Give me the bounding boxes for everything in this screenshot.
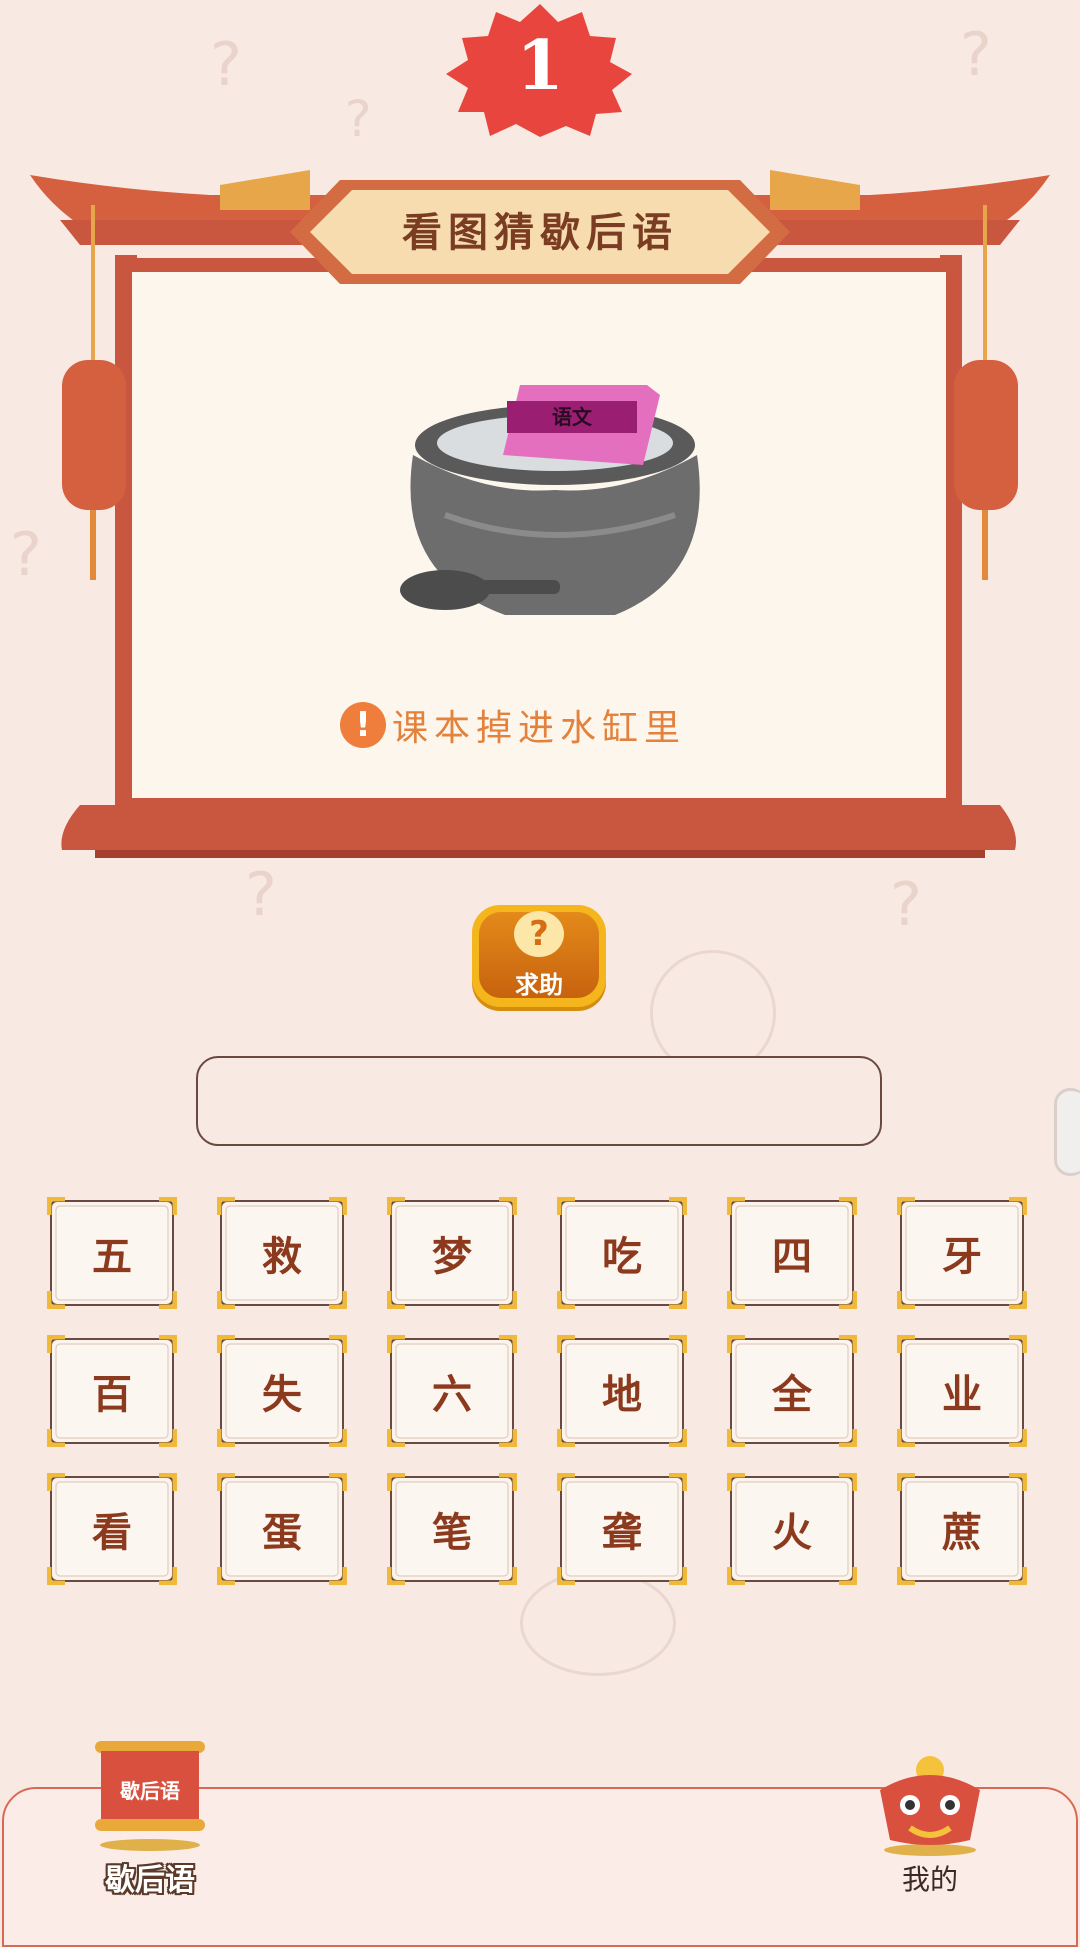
tab-xiehouyu[interactable]: 歇后语 歇后语 xyxy=(85,1735,215,1905)
character-tile[interactable]: 蔗 xyxy=(897,1473,1027,1585)
doodle-palette-icon xyxy=(520,1570,676,1676)
character-tile[interactable]: 失 xyxy=(217,1335,347,1447)
help-button-label: 求助 xyxy=(515,971,563,999)
answer-field[interactable] xyxy=(196,1056,882,1146)
doodle-question-mark: ? xyxy=(960,20,992,90)
help-button[interactable]: ? 求助 xyxy=(472,905,606,1007)
character-tile[interactable]: 牙 xyxy=(897,1197,1027,1309)
character-tile[interactable]: 蛋 xyxy=(217,1473,347,1585)
character-tile[interactable]: 吃 xyxy=(557,1197,687,1309)
character-tile[interactable]: 百 xyxy=(47,1335,177,1447)
puzzle-title: 看图猜歇后语 xyxy=(402,209,678,256)
hint-text: 课本掉进水缸里 xyxy=(392,708,687,749)
tab-label-mine: 我的 xyxy=(901,1863,958,1896)
book-label: 语文 xyxy=(552,405,593,429)
character-tile[interactable]: 笔 xyxy=(387,1473,517,1585)
character-tile-label: 看 xyxy=(92,1509,132,1556)
character-tile[interactable]: 业 xyxy=(897,1335,1027,1447)
exclamation-icon: ! xyxy=(340,702,386,748)
level-badge: 1 xyxy=(440,2,640,137)
character-tile[interactable]: 四 xyxy=(727,1197,857,1309)
scroll-icon-text: 歇后语 xyxy=(120,1779,180,1803)
character-tile-label: 蛋 xyxy=(262,1509,302,1556)
character-tile-label: 梦 xyxy=(432,1233,472,1280)
character-tile-label: 全 xyxy=(772,1371,812,1418)
doodle-question-mark: ? xyxy=(210,30,242,100)
character-tile-label: 失 xyxy=(262,1371,302,1418)
lion-dance-icon xyxy=(880,1756,980,1856)
doodle-question-mark: ? xyxy=(890,870,922,940)
water-vat-with-book-illustration: 语文 xyxy=(400,385,700,615)
tab-mine[interactable]: 我的 xyxy=(870,1750,990,1900)
character-tile-label: 五 xyxy=(92,1233,132,1280)
character-tile[interactable]: 全 xyxy=(727,1335,857,1447)
doodle-question-mark: ? xyxy=(245,860,277,930)
character-tile-label: 蔗 xyxy=(942,1509,982,1556)
character-tile-label: 聋 xyxy=(602,1509,642,1556)
character-tile-label: 地 xyxy=(602,1371,642,1418)
character-tile[interactable]: 聋 xyxy=(557,1473,687,1585)
tab-label-xiehouyu: 歇后语 xyxy=(105,1863,195,1898)
level-number: 1 xyxy=(516,26,564,106)
doodle-question-mark: ? xyxy=(345,90,372,148)
character-tile-label: 六 xyxy=(432,1371,472,1418)
hint: ! 课本掉进水缸里 xyxy=(340,700,760,750)
character-tile-label: 吃 xyxy=(602,1233,642,1280)
character-tile-label: 火 xyxy=(772,1509,812,1556)
question-icon: ? xyxy=(514,911,564,957)
character-tile[interactable]: 看 xyxy=(47,1473,177,1585)
character-tile[interactable]: 救 xyxy=(217,1197,347,1309)
character-tile[interactable]: 梦 xyxy=(387,1197,517,1309)
character-tile-label: 笔 xyxy=(432,1509,472,1556)
character-tile[interactable]: 地 xyxy=(557,1335,687,1447)
character-tile[interactable]: 火 xyxy=(727,1473,857,1585)
character-tile-label: 百 xyxy=(92,1371,132,1418)
character-tile-label: 四 xyxy=(772,1233,812,1280)
character-tile-label: 业 xyxy=(942,1371,982,1418)
character-tile-label: 牙 xyxy=(942,1233,982,1280)
character-tile[interactable]: 五 xyxy=(47,1197,177,1309)
side-drawer-handle[interactable] xyxy=(1054,1088,1080,1176)
character-tile-label: 救 xyxy=(262,1233,302,1280)
character-tile[interactable]: 六 xyxy=(387,1335,517,1447)
